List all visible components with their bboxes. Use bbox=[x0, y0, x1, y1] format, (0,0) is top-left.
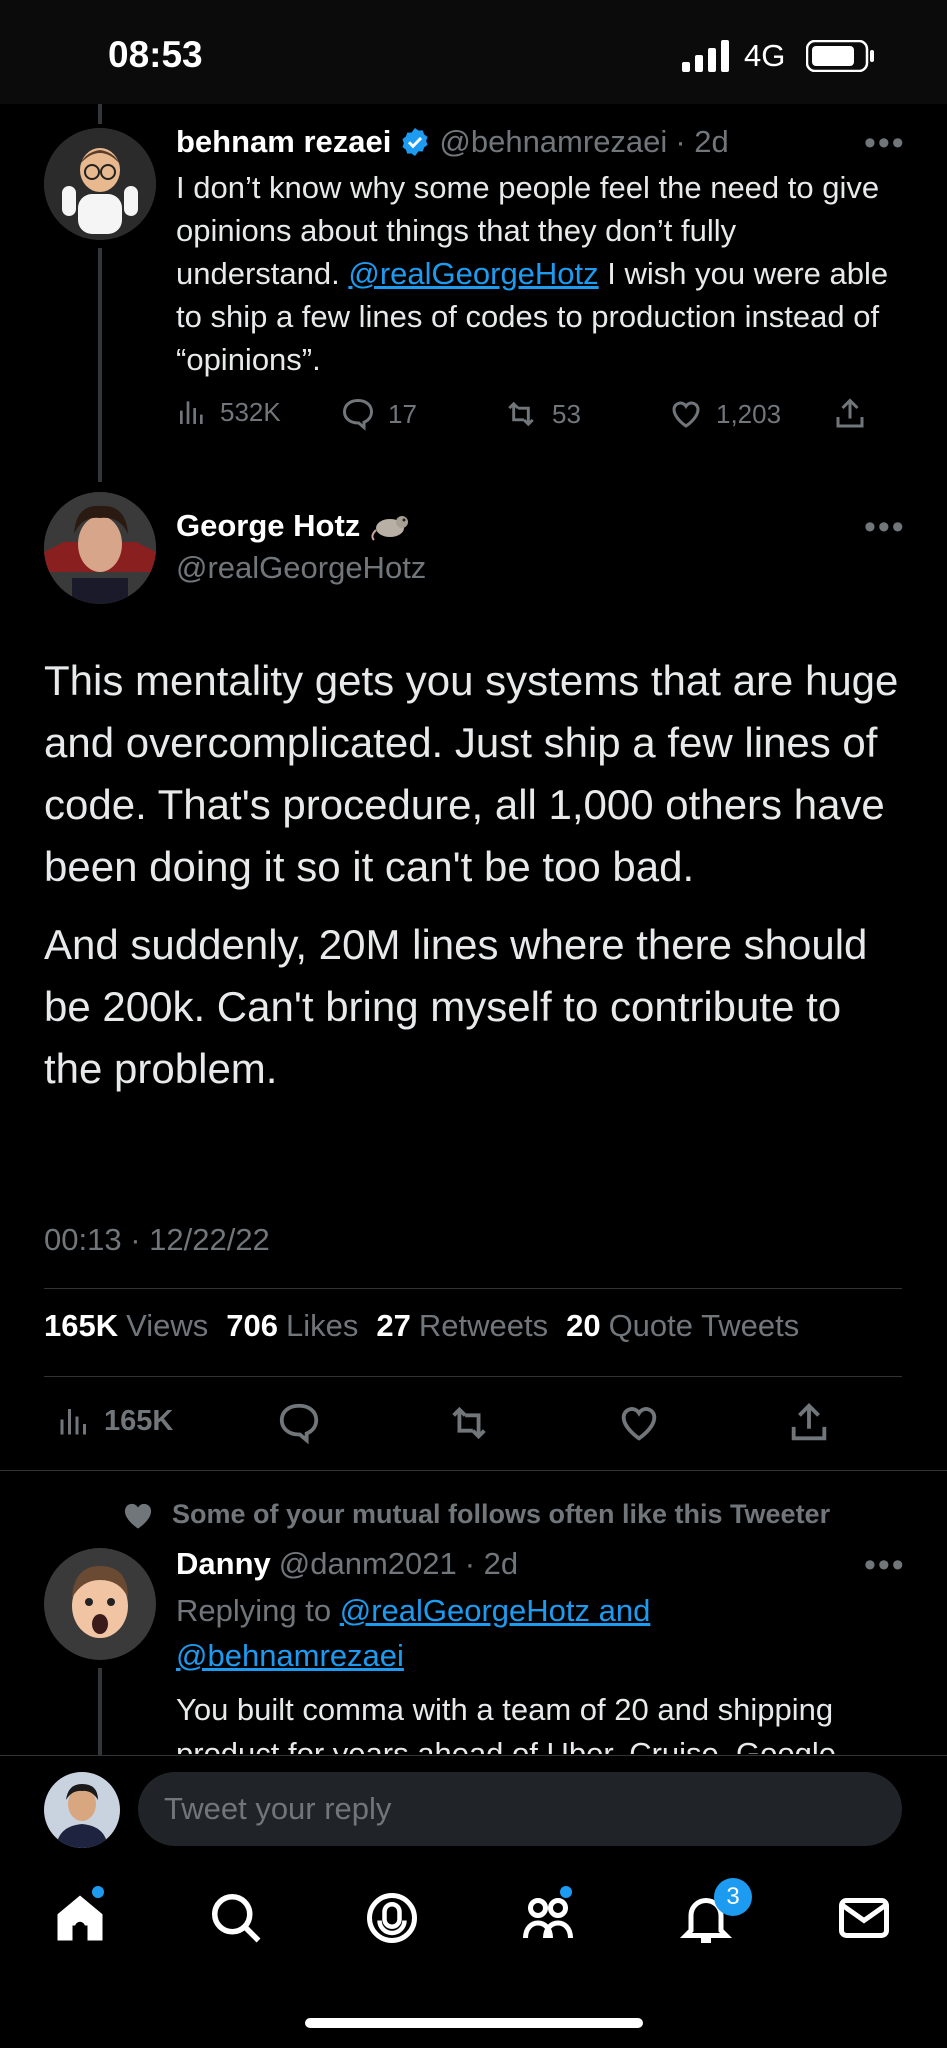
reply-count: 17 bbox=[388, 399, 417, 430]
like-action[interactable]: 1,203 bbox=[668, 396, 781, 432]
battery-icon bbox=[806, 40, 876, 72]
mention-link[interactable]: @realGeorgeHotz and bbox=[340, 1593, 651, 1628]
tweet-actions: 532K 17 53 1,203 bbox=[176, 396, 876, 436]
memoji-avatar-icon bbox=[44, 1548, 156, 1660]
social-context: Some of your mutual follows often like t… bbox=[120, 1498, 830, 1530]
author-handle[interactable]: @danm2021 bbox=[279, 1546, 457, 1582]
mention-link[interactable]: @behnamrezaei bbox=[176, 1638, 404, 1673]
rat-emoji-icon bbox=[370, 510, 414, 542]
thread-line-top bbox=[98, 104, 102, 124]
profile-photo-icon bbox=[44, 492, 156, 604]
main-tweet-actions: 165K bbox=[56, 1400, 856, 1450]
network-type: 4G bbox=[744, 38, 785, 74]
tweet-stats: 165KViews 706Likes 27 Retweets 20 Quote Tw… bbox=[44, 1308, 799, 1344]
reply-tweet-text: You built comma with a team of 20 and sh… bbox=[176, 1688, 906, 1754]
retweets-label: Retweets bbox=[419, 1308, 548, 1343]
reply-input[interactable]: Tweet your reply bbox=[138, 1772, 902, 1846]
more-options-icon[interactable]: ••• bbox=[864, 1546, 906, 1585]
profile-photo-icon bbox=[44, 1772, 120, 1848]
views-icon bbox=[56, 1402, 92, 1440]
more-options-icon[interactable]: ••• bbox=[864, 124, 906, 163]
quote-tweets-stat[interactable]: 20 Quote Tweets bbox=[566, 1308, 799, 1344]
author-handle[interactable]: @behnamrezaei bbox=[439, 124, 667, 160]
share-action[interactable] bbox=[832, 396, 868, 432]
notifications-badge: 3 bbox=[714, 1878, 752, 1916]
avatar-danny[interactable] bbox=[44, 1548, 156, 1660]
tweet-timestamp: 00:13 · 12/22/22 bbox=[44, 1222, 270, 1258]
quotes-label: Quote Tweets bbox=[609, 1308, 800, 1343]
views-stat[interactable]: 165KViews bbox=[44, 1308, 208, 1344]
retweet-icon[interactable] bbox=[444, 1400, 494, 1446]
views-count: 532K bbox=[220, 397, 281, 428]
like-count: 1,203 bbox=[716, 399, 781, 430]
memoji-avatar-icon bbox=[44, 128, 156, 240]
divider bbox=[44, 1288, 902, 1289]
home-indicator[interactable] bbox=[305, 2018, 643, 2028]
home-unread-dot bbox=[92, 1886, 104, 1898]
reply-action[interactable]: 17 bbox=[340, 396, 417, 432]
views-action[interactable]: 165K bbox=[56, 1402, 173, 1440]
retweet-action[interactable]: 53 bbox=[502, 396, 581, 432]
avatar-behnam[interactable] bbox=[44, 128, 156, 240]
social-context-text: Some of your mutual follows often like t… bbox=[172, 1499, 830, 1530]
my-avatar[interactable] bbox=[44, 1772, 120, 1848]
tweet-text: I don’t know why some people feel the ne… bbox=[176, 166, 906, 381]
tweet-age: · 2d bbox=[465, 1546, 518, 1582]
retweet-icon bbox=[502, 396, 540, 432]
heart-icon[interactable] bbox=[616, 1400, 662, 1446]
views-count: 165K bbox=[104, 1405, 173, 1438]
replying-to: Replying to @realGeorgeHotz and @behnamr… bbox=[176, 1588, 896, 1678]
tweet-paragraph: This mentality gets you systems that are… bbox=[44, 650, 904, 898]
author-name[interactable]: behnam rezaei bbox=[176, 124, 391, 160]
retweets-stat[interactable]: 27 Retweets bbox=[376, 1308, 548, 1344]
author-handle[interactable]: @realGeorgeHotz bbox=[176, 550, 426, 586]
divider bbox=[0, 1470, 947, 1471]
spaces-icon[interactable] bbox=[362, 1888, 422, 1948]
reply-icon[interactable] bbox=[276, 1400, 322, 1446]
search-icon[interactable] bbox=[206, 1888, 266, 1948]
retweets-count: 27 bbox=[376, 1308, 410, 1343]
likes-stat[interactable]: 706Likes bbox=[226, 1308, 358, 1344]
avatar-george[interactable] bbox=[44, 492, 156, 604]
tweet-paragraph: And suddenly, 20M lines where there shou… bbox=[44, 914, 904, 1100]
retweet-count: 53 bbox=[552, 399, 581, 430]
heart-filled-icon bbox=[120, 1498, 156, 1530]
replying-label: Replying to bbox=[176, 1593, 340, 1628]
views-label: Views bbox=[126, 1308, 208, 1343]
thread-line bbox=[98, 248, 102, 482]
cellular-signal-icon bbox=[682, 40, 732, 72]
heart-icon bbox=[668, 396, 704, 432]
more-options-icon[interactable]: ••• bbox=[864, 508, 906, 547]
status-time: 08:53 bbox=[108, 34, 203, 76]
views-icon bbox=[176, 396, 208, 428]
verified-badge-icon bbox=[399, 126, 431, 158]
quotes-count: 20 bbox=[566, 1308, 600, 1343]
tweet-age: · 2d bbox=[675, 124, 728, 160]
share-icon bbox=[832, 396, 868, 432]
mention-link[interactable]: @realGeorgeHotz bbox=[348, 256, 598, 291]
views-action[interactable]: 532K bbox=[176, 396, 281, 428]
reply-icon bbox=[340, 396, 376, 432]
main-tweet-text: This mentality gets you systems that are… bbox=[44, 650, 904, 1116]
divider bbox=[44, 1376, 902, 1377]
views-count: 165K bbox=[44, 1308, 118, 1343]
likes-label: Likes bbox=[286, 1308, 358, 1343]
author-name[interactable]: George Hotz bbox=[176, 508, 360, 544]
thread-line bbox=[98, 1668, 102, 1755]
communities-unread-dot bbox=[560, 1886, 572, 1898]
share-icon[interactable] bbox=[786, 1400, 832, 1446]
messages-icon[interactable] bbox=[834, 1888, 894, 1948]
likes-count: 706 bbox=[226, 1308, 278, 1343]
author-name[interactable]: Danny bbox=[176, 1546, 271, 1582]
